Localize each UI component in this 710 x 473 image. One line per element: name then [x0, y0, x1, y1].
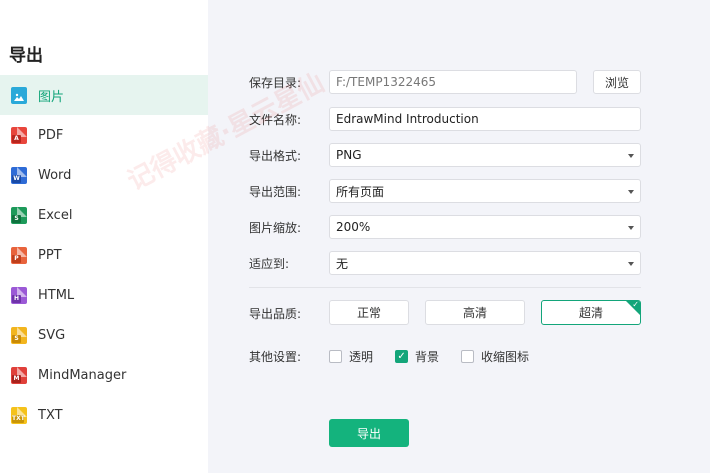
txt-file-icon: TXT [11, 406, 27, 424]
sidebar-item-image[interactable]: 图片 [0, 75, 208, 115]
html-file-icon: H [11, 286, 27, 304]
quality-uhd-button[interactable]: 超清 ✓ [541, 300, 641, 325]
sidebar-item-label: PPT [38, 247, 62, 263]
format-label: 导出格式: [249, 148, 302, 163]
sidebar-title: 导出 [9, 46, 43, 66]
sidebar-item-label: Word [38, 167, 72, 183]
background-checkbox[interactable] [395, 350, 409, 363]
excel-file-icon: S [11, 206, 27, 224]
quality-label: 导出品质: [249, 307, 302, 321]
fit-row: 适应到: 无 [249, 251, 641, 275]
range-value: 所有页面 [336, 184, 385, 199]
mindmanager-file-icon: M [11, 366, 27, 384]
quality-normal-button[interactable]: 正常 [329, 300, 409, 325]
scale-label: 图片缩放: [249, 220, 302, 235]
fit-select[interactable]: 无 [329, 251, 641, 275]
fit-label: 适应到: [249, 256, 290, 271]
image-icon [11, 86, 27, 104]
background-label: 背景 [415, 350, 440, 364]
sidebar-item-word[interactable]: W Word [0, 155, 208, 195]
other-label: 其他设置: [249, 350, 302, 364]
section-divider [249, 287, 641, 288]
save-dir-input[interactable]: F:/TEMP1322465 [329, 70, 577, 94]
sidebar-item-label: PDF [38, 127, 64, 143]
chevron-down-icon [628, 226, 634, 230]
ppt-file-icon: P [11, 246, 27, 264]
filename-label: 文件名称: [249, 112, 302, 127]
transparent-checkbox[interactable] [329, 350, 342, 363]
transparent-option[interactable]: 透明 [329, 348, 373, 365]
scale-row: 图片缩放: 200% [249, 215, 641, 239]
export-button[interactable]: 导出 [329, 419, 409, 447]
sidebar-item-svg[interactable]: S SVG [0, 315, 208, 355]
sidebar-item-label: Excel [38, 207, 73, 223]
sidebar-item-mindmanager[interactable]: M MindManager [0, 355, 208, 395]
scale-select[interactable]: 200% [329, 215, 641, 239]
export-sidebar: 导出 图片 A PDF W Word S Excel P PPT H HTML [0, 0, 208, 473]
save-dir-label: 保存目录: [249, 75, 302, 90]
sidebar-item-label: HTML [38, 287, 75, 303]
sidebar-item-excel[interactable]: S Excel [0, 195, 208, 235]
quality-hd-button[interactable]: 高清 [425, 300, 525, 325]
shrink-icon-checkbox[interactable] [461, 350, 475, 363]
transparent-label: 透明 [349, 350, 374, 364]
background-option[interactable]: 背景 [395, 348, 439, 365]
sidebar-item-label: 图片 [38, 89, 65, 105]
word-file-icon: W [11, 166, 27, 184]
sidebar-item-label: SVG [38, 327, 66, 343]
pdf-file-icon: A [11, 126, 27, 144]
sidebar-item-ppt[interactable]: P PPT [0, 235, 208, 275]
shrink-icon-option[interactable]: 收缩图标 [461, 348, 529, 365]
export-format-nav: 图片 A PDF W Word S Excel P PPT H HTML S S… [0, 75, 208, 435]
sidebar-item-txt[interactable]: TXT TXT [0, 395, 208, 435]
check-icon: ✓ [632, 300, 639, 309]
filename-value: EdrawMind Introduction [336, 112, 479, 126]
sidebar-item-label: TXT [38, 407, 63, 423]
fit-value: 无 [336, 256, 349, 271]
other-settings-row: 其他设置: 透明 背景 收缩图标 [249, 348, 551, 365]
save-dir-value: F:/TEMP1322465 [336, 75, 437, 89]
quality-option-label: 高清 [462, 306, 487, 320]
export-settings-panel: 保存目录: F:/TEMP1322465 浏览 文件名称: EdrawMind … [208, 0, 710, 473]
chevron-down-icon [628, 262, 634, 266]
quality-option-label: 正常 [356, 306, 381, 320]
format-row: 导出格式: PNG [249, 143, 641, 167]
save-dir-row: 保存目录: F:/TEMP1322465 [249, 70, 577, 94]
browse-button[interactable]: 浏览 [593, 70, 641, 94]
svg-file-icon: S [11, 326, 27, 344]
range-label: 导出范围: [249, 184, 302, 199]
sidebar-item-label: MindManager [38, 367, 127, 383]
filename-row: 文件名称: EdrawMind Introduction [249, 107, 641, 131]
quality-option-label: 超清 [578, 306, 603, 320]
quality-row: 导出品质: [249, 305, 329, 322]
sidebar-item-html[interactable]: H HTML [0, 275, 208, 315]
scale-value: 200% [336, 220, 371, 234]
shrink-icon-label: 收缩图标 [481, 350, 530, 364]
format-value: PNG [336, 148, 362, 162]
chevron-down-icon [628, 190, 634, 194]
format-select[interactable]: PNG [329, 143, 641, 167]
chevron-down-icon [628, 154, 634, 158]
range-select[interactable]: 所有页面 [329, 179, 641, 203]
range-row: 导出范围: 所有页面 [249, 179, 641, 203]
filename-input[interactable]: EdrawMind Introduction [329, 107, 641, 131]
sidebar-item-pdf[interactable]: A PDF [0, 115, 208, 155]
